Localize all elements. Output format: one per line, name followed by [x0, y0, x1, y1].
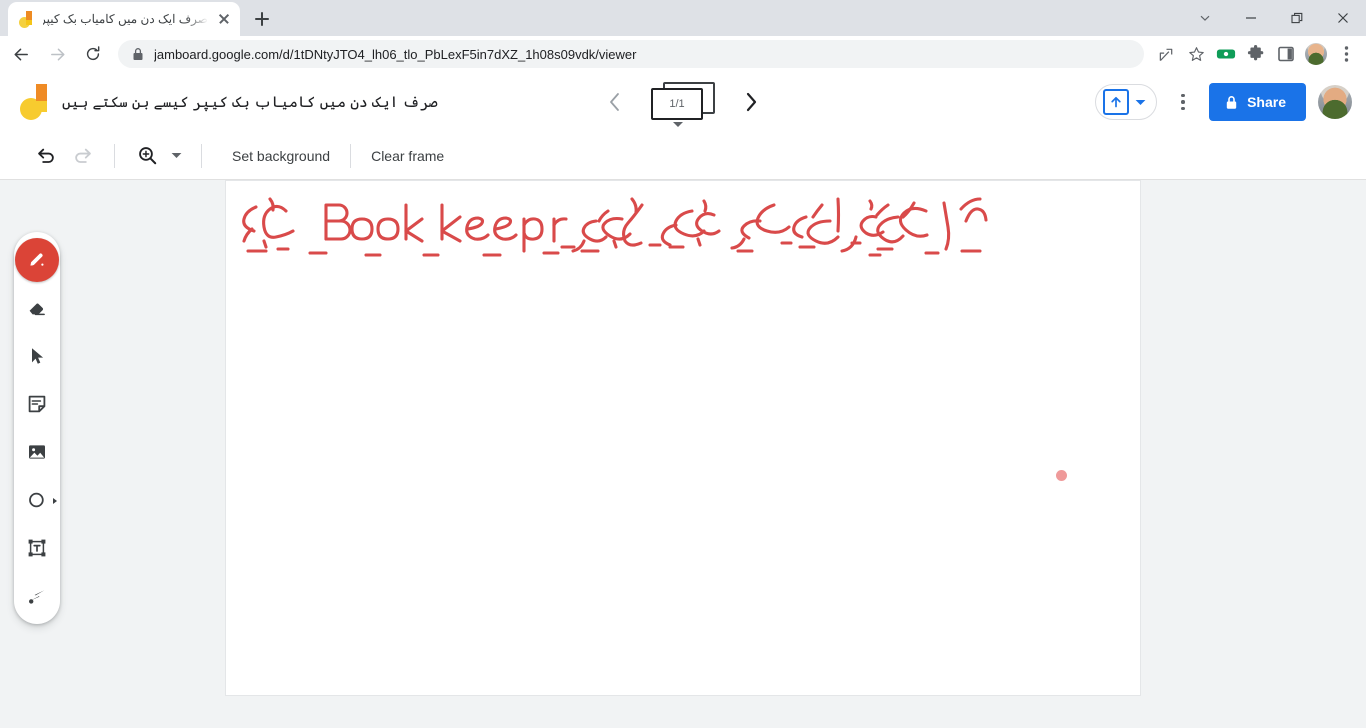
browser-toolbar: jamboard.google.com/d/1tDNtyJTO4_lh06_tl…: [0, 36, 1366, 72]
browser-tab-strip: صرف ایک دن میں کامیاب بک کیپر: [0, 0, 1366, 36]
eraser-tool[interactable]: [15, 286, 59, 330]
toolbar-divider: [114, 143, 115, 168]
sticky-note-tool[interactable]: [15, 382, 59, 426]
app-header: صرف ایک دن میں کامیاب بک کیپر کیسے بن سک…: [0, 72, 1366, 132]
lock-icon: [132, 47, 144, 61]
kebab-menu-icon[interactable]: [1169, 88, 1197, 116]
present-upload-icon: [1103, 89, 1130, 115]
header-actions: Share: [1095, 83, 1352, 121]
share-button-label: Share: [1247, 94, 1286, 110]
whiteboard-stage: [0, 180, 1366, 704]
zoom-caret-down-icon[interactable]: [165, 138, 187, 174]
side-panel-icon[interactable]: [1272, 40, 1300, 68]
close-icon[interactable]: [1320, 0, 1366, 36]
redo-icon: [64, 138, 100, 174]
media-cast-icon[interactable]: [1212, 40, 1240, 68]
extensions-puzzle-icon[interactable]: [1242, 40, 1270, 68]
pointer-dot: [1056, 470, 1067, 481]
image-icon: [25, 440, 49, 464]
chevron-down-icon[interactable]: [1182, 0, 1228, 36]
image-tool[interactable]: [15, 430, 59, 474]
caret-down-icon[interactable]: [673, 122, 683, 127]
tab-title: صرف ایک دن میں کامیاب بک کیپر: [43, 12, 208, 26]
sticky-note-icon: [25, 392, 49, 416]
laser-pointer-tool[interactable]: [15, 574, 59, 618]
tool-rail: [14, 232, 60, 624]
shape-expand-caret-icon[interactable]: [53, 498, 57, 504]
shape-tool[interactable]: [15, 478, 59, 522]
clear-frame-button[interactable]: Clear frame: [355, 148, 460, 164]
window-controls: [1182, 0, 1366, 36]
zoom-in-icon[interactable]: [129, 138, 165, 174]
jam-canvas[interactable]: [225, 180, 1141, 696]
circle-shape-icon: [25, 488, 49, 512]
app-toolbar: Set background Clear frame: [0, 132, 1366, 180]
address-bar[interactable]: jamboard.google.com/d/1tDNtyJTO4_lh06_tl…: [118, 40, 1144, 68]
caret-down-icon[interactable]: [1135, 99, 1146, 106]
laser-pointer-icon: [25, 584, 49, 608]
present-button[interactable]: [1095, 84, 1158, 120]
minimize-icon[interactable]: [1228, 0, 1274, 36]
frame-counter-label: 1/1: [651, 88, 703, 120]
arrow-right-icon: [40, 37, 74, 71]
eraser-icon: [25, 296, 49, 320]
set-background-button[interactable]: Set background: [216, 148, 346, 164]
select-tool[interactable]: [15, 334, 59, 378]
handwriting-ink: [242, 197, 988, 257]
text-box-tool[interactable]: [15, 526, 59, 570]
lock-icon: [1225, 95, 1238, 110]
chevron-right-icon[interactable]: [737, 88, 765, 116]
star-icon[interactable]: [1182, 40, 1210, 68]
cursor-arrow-icon: [25, 344, 49, 368]
account-avatar[interactable]: [1318, 85, 1352, 119]
pen-icon: [25, 248, 49, 272]
page-title[interactable]: صرف ایک دن میں کامیاب بک کیپر کیسے بن سک…: [62, 93, 438, 111]
frame-counter[interactable]: 1/1: [651, 82, 715, 127]
toolbar-divider: [350, 143, 352, 168]
url-text: jamboard.google.com/d/1tDNtyJTO4_lh06_tl…: [154, 46, 637, 62]
chrome-menu-icon[interactable]: [1332, 40, 1360, 68]
browser-tab[interactable]: صرف ایک دن میں کامیاب بک کیپر: [8, 2, 240, 36]
undo-icon[interactable]: [28, 138, 64, 174]
arrow-left-icon[interactable]: [4, 37, 38, 71]
share-icon[interactable]: [1152, 40, 1180, 68]
reload-icon[interactable]: [76, 37, 110, 71]
profile-avatar[interactable]: [1302, 40, 1330, 68]
jamboard-favicon-icon: [18, 10, 35, 28]
pen-tool[interactable]: [15, 238, 59, 282]
plus-icon[interactable]: [248, 5, 276, 33]
chevron-left-icon[interactable]: [601, 88, 629, 116]
text-box-icon: [25, 536, 49, 560]
restore-icon[interactable]: [1274, 0, 1320, 36]
toolbar-divider: [201, 143, 202, 168]
jamboard-logo-icon: [20, 82, 48, 122]
share-button[interactable]: Share: [1209, 83, 1306, 121]
frame-navigation: 1/1: [601, 82, 765, 127]
close-icon[interactable]: [216, 11, 232, 27]
